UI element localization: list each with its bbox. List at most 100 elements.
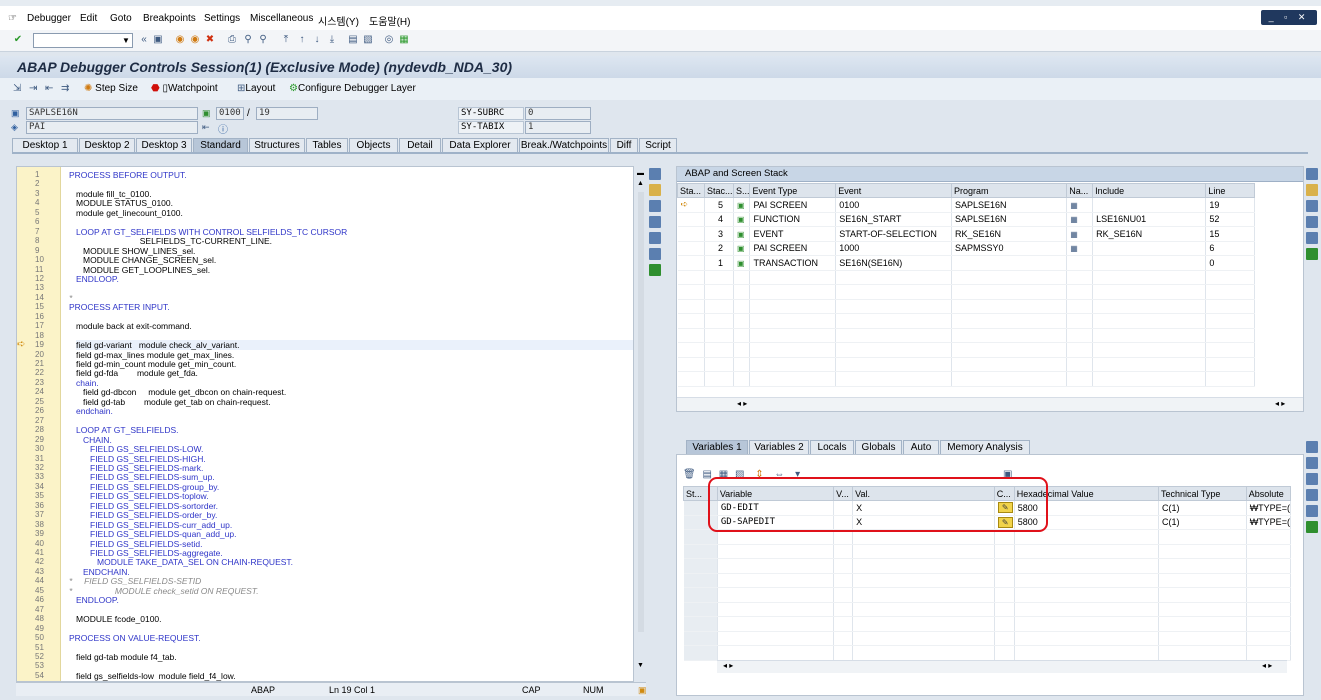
maximize-icon[interactable] [649, 168, 661, 180]
maximize-icon[interactable] [1306, 441, 1318, 453]
table-row[interactable] [677, 313, 1255, 329]
table-row[interactable] [683, 602, 1292, 617]
step-return-icon[interactable]: ⇤ [45, 83, 53, 94]
tab-detail[interactable]: Detail [399, 138, 441, 152]
scroll-left-icon[interactable]: ◂ ▸ [723, 661, 733, 670]
table-cell[interactable] [717, 631, 835, 646]
scrollbar-thumb[interactable] [638, 192, 644, 632]
last-page-icon[interactable]: ⤓ [326, 33, 338, 46]
tools-icon[interactable] [649, 200, 661, 212]
table-cell[interactable] [717, 544, 835, 559]
variables-hscroll[interactable]: ◂ ▸ ◂ ▸ [717, 660, 1287, 673]
enter-icon[interactable]: ✔ [12, 33, 24, 46]
split-icon[interactable] [649, 248, 661, 260]
tab-break-watchpoints[interactable]: Break./Watchpoints [519, 138, 609, 152]
table-row[interactable]: 2 ▣ PAI SCREEN 1000 SAPMSSY0 ▦ 6 [677, 241, 1255, 256]
table-row[interactable]: 3 ▣ EVENT START-OF-SELECTION RK_SE16N ▦ RK_SE1… [677, 226, 1255, 242]
table-cell[interactable] [852, 602, 995, 617]
table-cell[interactable] [852, 587, 995, 603]
folder-icon[interactable] [649, 184, 661, 196]
col-absolute[interactable]: Absolute [1245, 486, 1292, 501]
step-into-icon[interactable]: ⇲ [13, 83, 21, 94]
table-cell[interactable] [852, 558, 995, 574]
source-editor[interactable]: 1 PROCESS BEFORE OUTPUT. 2 3 module fill_tc_… [16, 166, 634, 682]
table-cell[interactable] [717, 573, 835, 588]
swap-icon[interactable] [1306, 216, 1318, 228]
menu-icon[interactable]: ☞ [8, 13, 17, 24]
tools-icon[interactable] [1306, 457, 1318, 469]
table-row[interactable] [677, 357, 1255, 372]
table-cell[interactable] [717, 602, 835, 617]
table-row[interactable] [683, 631, 1292, 646]
tab-desktop-2[interactable]: Desktop 2 [79, 138, 135, 152]
next-page-icon[interactable]: ↓ [311, 33, 323, 46]
menu-debugger[interactable]: Debugger [27, 13, 71, 24]
layout-button[interactable]: ⊞Layout [237, 83, 275, 94]
swap-icon[interactable] [1306, 489, 1318, 501]
scroll-right-icon[interactable]: ◂ ▸ [1275, 399, 1285, 408]
tab-auto[interactable]: Auto [903, 440, 939, 454]
table-cell[interactable] [717, 587, 835, 603]
table-cell[interactable] [717, 616, 835, 632]
back-icon[interactable]: ◉ [174, 33, 186, 46]
tab-locals[interactable]: Locals [810, 440, 854, 454]
settings-icon[interactable] [1306, 473, 1318, 485]
settings-icon[interactable] [1306, 200, 1318, 212]
col-status[interactable]: Sta... [677, 183, 705, 198]
tab-structures[interactable]: Structures [249, 138, 305, 152]
split-icon[interactable] [1306, 232, 1318, 244]
exit-icon[interactable]: ◉ [189, 33, 201, 46]
tab-standard[interactable]: Standard [193, 138, 248, 152]
table-row[interactable] [683, 645, 1292, 661]
find-next-icon[interactable]: ⚲ [257, 33, 269, 46]
table-cell[interactable] [717, 558, 835, 574]
tab-data-explorer[interactable]: Data Explorer [442, 138, 518, 152]
save-icon[interactable]: ▣ [152, 33, 164, 46]
navigate-icon[interactable]: ⇤ [202, 122, 210, 133]
col-program[interactable]: Program [951, 183, 1068, 198]
table-row[interactable] [677, 371, 1255, 387]
swap-icon[interactable] [649, 232, 661, 244]
tab-objects[interactable]: Objects [349, 138, 398, 152]
step-over-icon[interactable]: ⇥ [29, 83, 37, 94]
menu-edit[interactable]: Edit [80, 13, 97, 24]
scroll-up-arrow-icon[interactable]: ▲ [637, 180, 644, 187]
col-stack[interactable]: Stac... [703, 183, 734, 198]
tab-diff[interactable]: Diff [610, 138, 638, 152]
table-row[interactable]: ➪ 5 ▣ PAI SCREEN 0100 SAPLSE16N ▦ 19 [677, 197, 1255, 213]
scroll-right-icon[interactable]: ◂ ▸ [1262, 661, 1272, 670]
menu-help[interactable]: 도움말(H) [369, 13, 410, 28]
help-icon[interactable]: ◎ [383, 33, 395, 46]
col-include[interactable]: Include [1092, 183, 1207, 198]
info-icon[interactable]: ⓘ [218, 121, 228, 136]
customize-layout-icon[interactable]: ▦ [398, 33, 410, 46]
table-cell[interactable] [717, 645, 835, 661]
settings-icon[interactable] [649, 216, 661, 228]
command-field[interactable]: ▼ [33, 33, 133, 48]
editor-scrollbar[interactable]: ▬ ▲ ▼ [636, 170, 646, 680]
tab-tables[interactable]: Tables [306, 138, 348, 152]
col-technical-type[interactable]: Technical Type [1157, 486, 1247, 501]
table-row[interactable] [683, 544, 1292, 559]
configure-layer-button[interactable]: ⚙Configure Debugger Layer [289, 83, 416, 94]
table-row[interactable] [683, 616, 1292, 632]
table-row[interactable]: 4 ▣ FUNCTION SE16N_START SAPLSE16N ▦ LSE16NU01… [677, 212, 1255, 227]
previous-page-icon[interactable]: ↑ [296, 33, 308, 46]
new-session-icon[interactable]: ▤ [347, 33, 359, 46]
collapse-icon[interactable]: « [138, 33, 150, 46]
table-cell[interactable] [852, 631, 995, 646]
tab-globals[interactable]: Globals [855, 440, 902, 454]
chevron-down-icon[interactable]: ▼ [120, 34, 132, 47]
scroll-up-icon[interactable]: ▬ [637, 170, 644, 177]
tab-desktop-3[interactable]: Desktop 3 [136, 138, 192, 152]
split-icon[interactable] [1306, 505, 1318, 517]
scroll-left-icon[interactable]: ◂ ▸ [737, 399, 747, 408]
table-cell[interactable] [852, 573, 995, 588]
table-row[interactable] [683, 587, 1292, 603]
table-row[interactable] [677, 299, 1255, 314]
table-row[interactable] [677, 328, 1255, 343]
people-icon[interactable] [1306, 248, 1318, 260]
table-row[interactable] [683, 558, 1292, 574]
table-cell[interactable] [852, 544, 995, 559]
shortcut-icon[interactable]: ▧ [362, 33, 374, 46]
